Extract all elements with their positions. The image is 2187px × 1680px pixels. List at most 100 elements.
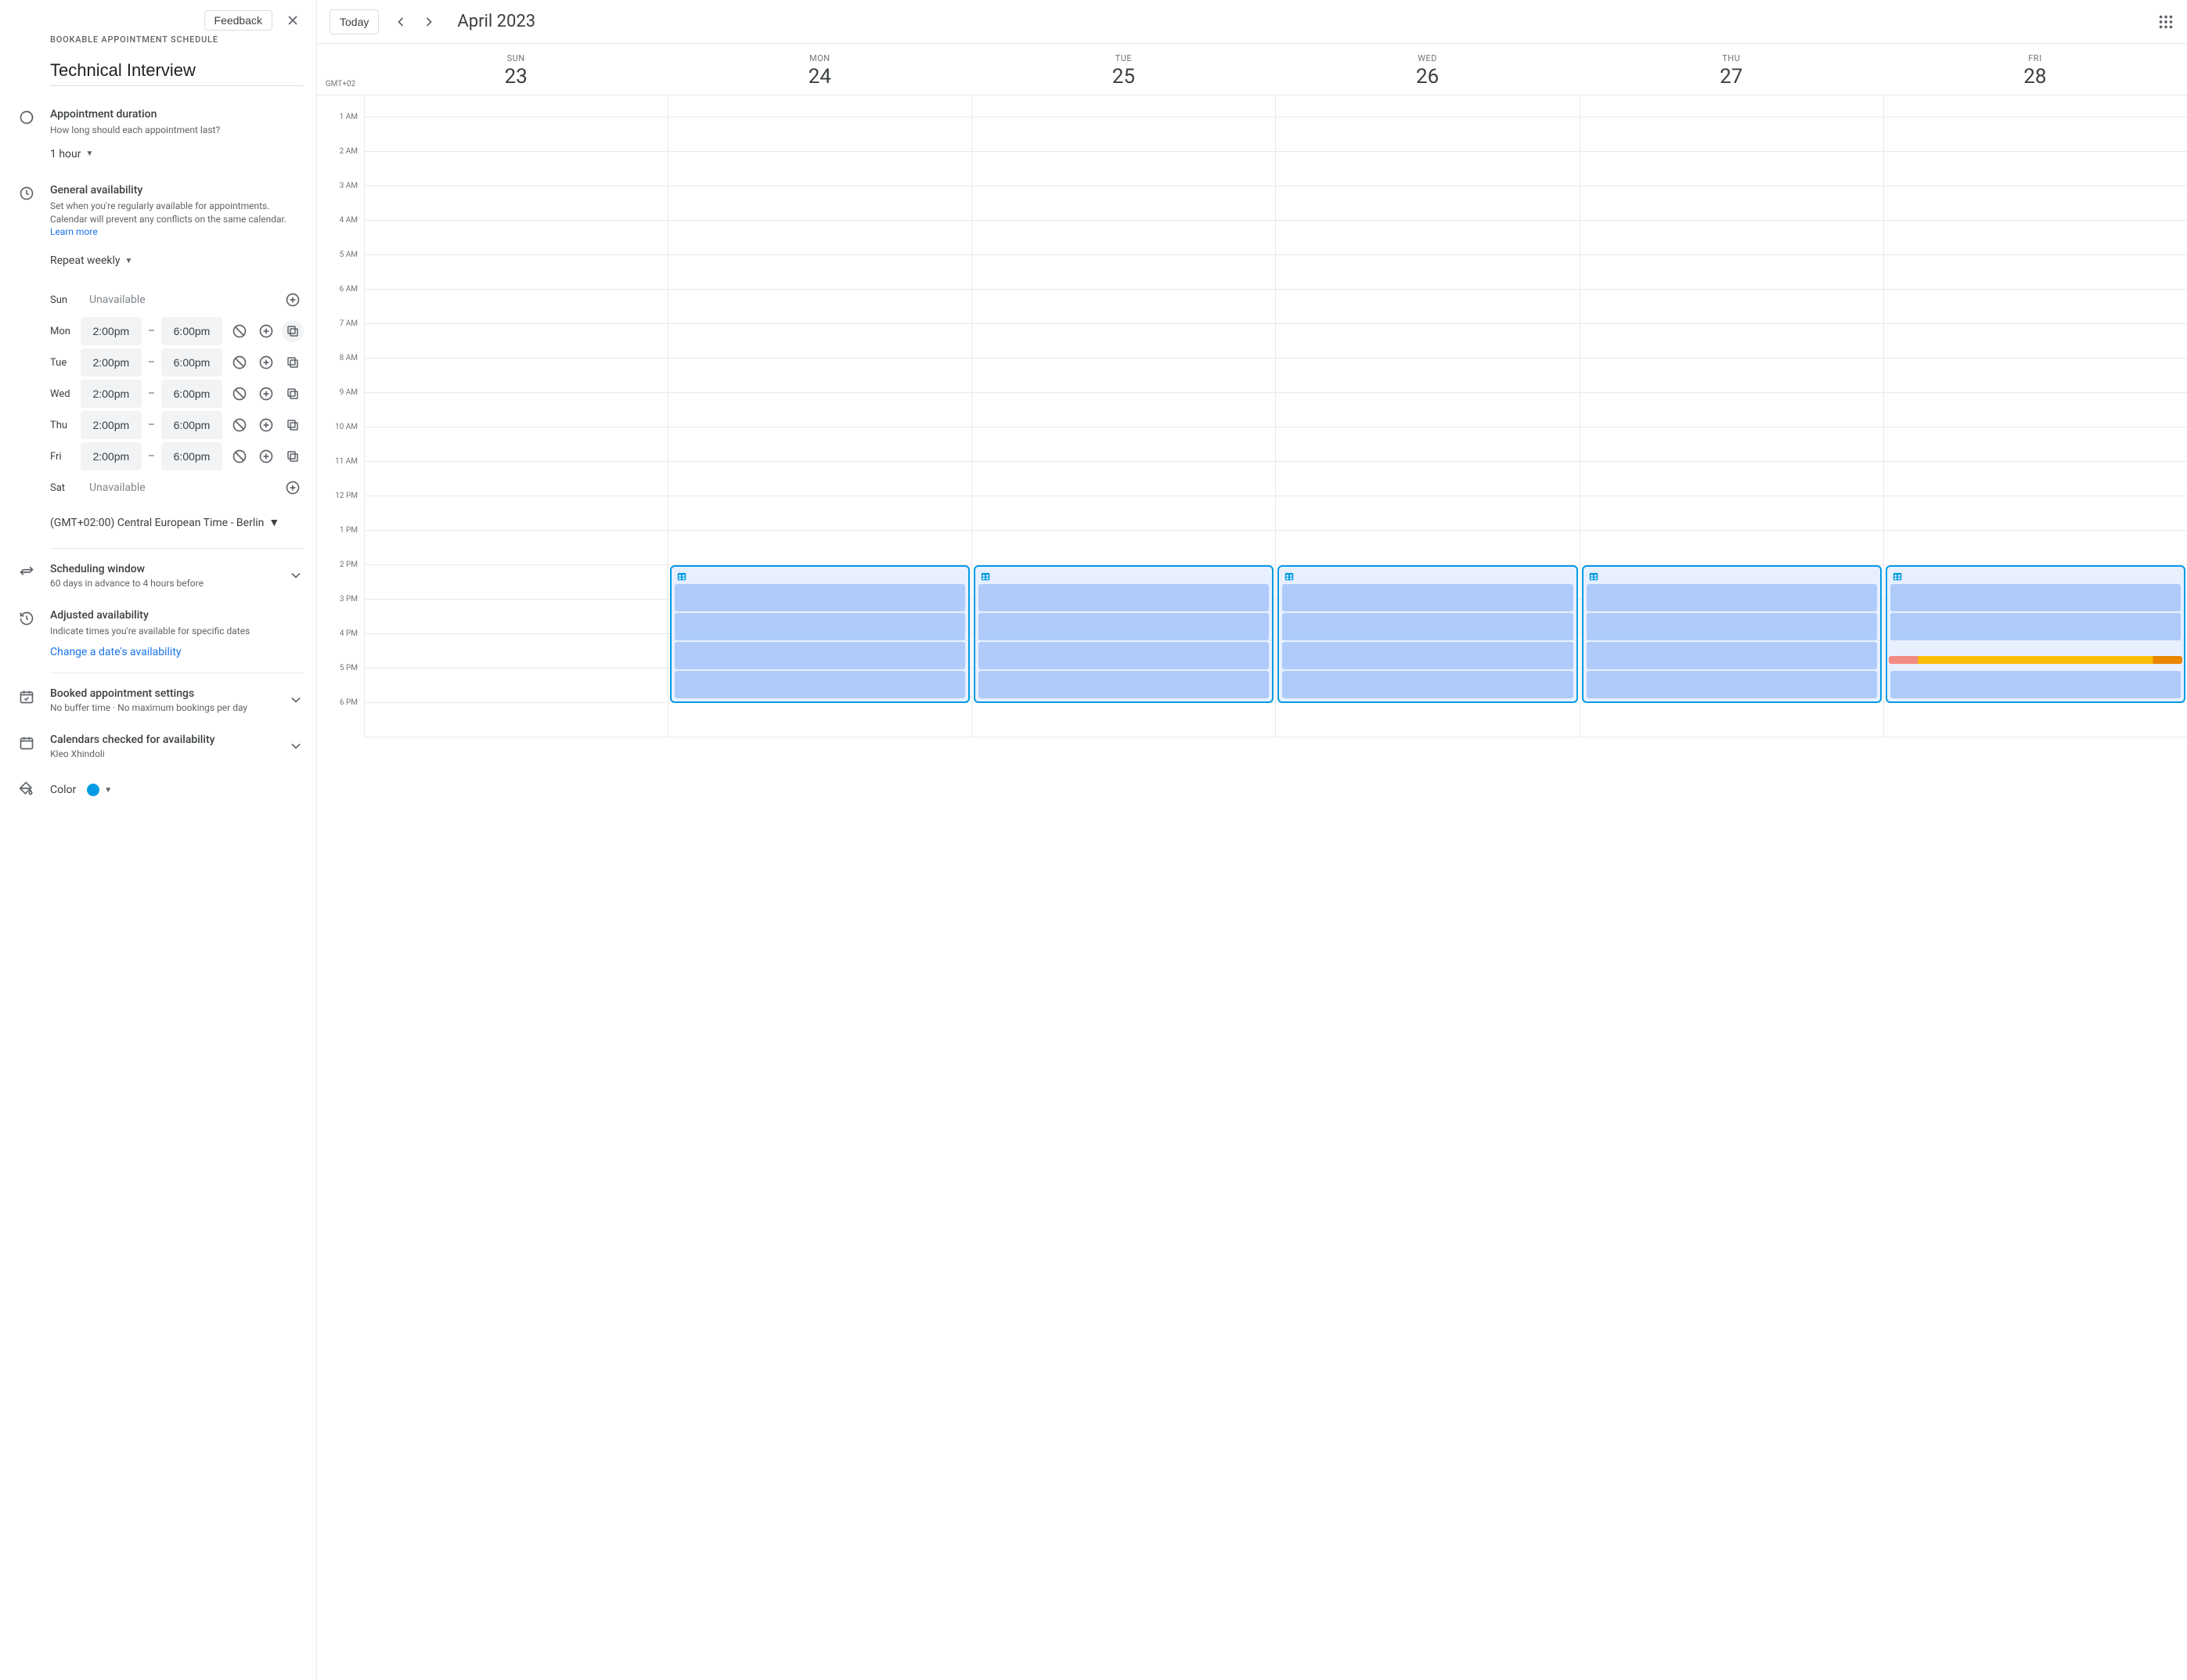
appointment-block[interactable] <box>974 565 1274 703</box>
hour-cell[interactable] <box>972 496 1275 531</box>
appointment-slot[interactable] <box>1587 613 1877 640</box>
hour-cell[interactable] <box>1580 531 1883 565</box>
hour-cell[interactable] <box>668 290 971 324</box>
hour-cell[interactable] <box>972 427 1275 462</box>
hour-cell[interactable] <box>365 290 668 324</box>
hour-cell[interactable] <box>365 186 668 221</box>
hour-cell[interactable] <box>1276 96 1579 117</box>
hour-cell[interactable] <box>1580 496 1883 531</box>
appointment-block[interactable] <box>1582 565 1882 703</box>
hour-cell[interactable] <box>1276 496 1579 531</box>
hour-cell[interactable] <box>1884 324 2187 359</box>
hour-cell[interactable] <box>972 186 1275 221</box>
remove-time-button[interactable] <box>229 320 250 342</box>
appointment-slot[interactable] <box>1587 584 1877 611</box>
start-time-input[interactable] <box>81 442 142 470</box>
today-button[interactable]: Today <box>330 9 379 34</box>
hour-cell[interactable] <box>365 324 668 359</box>
hour-cell[interactable] <box>1580 186 1883 221</box>
hour-cell[interactable] <box>1884 96 2187 117</box>
close-button[interactable] <box>279 6 307 34</box>
hour-cell[interactable] <box>1276 117 1579 152</box>
appointment-block[interactable] <box>1277 565 1577 703</box>
hour-cell[interactable] <box>365 634 668 669</box>
hour-cell[interactable] <box>365 117 668 152</box>
start-time-input[interactable] <box>81 380 142 408</box>
hour-cell[interactable] <box>668 496 971 531</box>
hour-cell[interactable] <box>1580 117 1883 152</box>
hour-cell[interactable] <box>1276 152 1579 186</box>
hour-cell[interactable] <box>1884 186 2187 221</box>
hour-cell[interactable] <box>1580 96 1883 117</box>
remove-time-button[interactable] <box>229 445 250 467</box>
remove-time-button[interactable] <box>229 383 250 405</box>
timezone-dropdown[interactable]: (GMT+02:00) Central European Time - Berl… <box>50 516 279 529</box>
hour-cell[interactable] <box>972 703 1275 737</box>
add-time-button[interactable] <box>255 352 277 373</box>
hour-cell[interactable] <box>972 393 1275 427</box>
appointment-slot[interactable] <box>978 584 1269 611</box>
appointment-slot[interactable] <box>1282 584 1573 611</box>
apps-button[interactable] <box>2157 13 2174 31</box>
hour-cell[interactable] <box>668 427 971 462</box>
hour-cell[interactable] <box>1580 427 1883 462</box>
appointment-slot[interactable] <box>978 613 1269 640</box>
appointment-slot[interactable] <box>1282 671 1573 698</box>
hour-cell[interactable] <box>365 669 668 703</box>
hour-cell[interactable] <box>668 255 971 290</box>
next-button[interactable] <box>416 9 441 34</box>
hour-cell[interactable] <box>1884 496 2187 531</box>
hour-cell[interactable] <box>668 117 971 152</box>
hour-cell[interactable] <box>365 221 668 255</box>
copy-time-button[interactable] <box>282 383 304 405</box>
end-time-input[interactable] <box>161 317 222 345</box>
day-column[interactable] <box>1275 96 1579 737</box>
appointment-slot[interactable] <box>1890 584 2181 611</box>
hour-cell[interactable] <box>972 290 1275 324</box>
hour-cell[interactable] <box>365 462 668 496</box>
hour-cell[interactable] <box>365 531 668 565</box>
hour-cell[interactable] <box>1276 290 1579 324</box>
hour-cell[interactable] <box>1884 393 2187 427</box>
hour-cell[interactable] <box>668 186 971 221</box>
change-date-link[interactable]: Change a date's availability <box>50 646 182 658</box>
hour-cell[interactable] <box>1884 290 2187 324</box>
hour-cell[interactable] <box>972 152 1275 186</box>
hour-cell[interactable] <box>1276 359 1579 393</box>
hour-cell[interactable] <box>1276 255 1579 290</box>
add-time-button[interactable] <box>255 445 277 467</box>
hour-cell[interactable] <box>972 531 1275 565</box>
hour-cell[interactable] <box>972 324 1275 359</box>
add-time-button[interactable] <box>282 289 304 311</box>
hour-cell[interactable] <box>1580 152 1883 186</box>
hour-cell[interactable] <box>1580 255 1883 290</box>
day-column[interactable] <box>668 96 971 737</box>
hour-cell[interactable] <box>1276 531 1579 565</box>
hour-cell[interactable] <box>668 152 971 186</box>
hour-cell[interactable] <box>1884 221 2187 255</box>
appointment-slot[interactable] <box>1282 613 1573 640</box>
appointment-slot[interactable] <box>978 671 1269 698</box>
hour-cell[interactable] <box>1580 462 1883 496</box>
hour-cell[interactable] <box>1884 427 2187 462</box>
hour-cell[interactable] <box>365 393 668 427</box>
hour-cell[interactable] <box>972 359 1275 393</box>
hour-cell[interactable] <box>365 600 668 634</box>
hour-cell[interactable] <box>1884 462 2187 496</box>
hour-cell[interactable] <box>1276 221 1579 255</box>
appointment-slot[interactable] <box>1587 671 1877 698</box>
appointment-slot[interactable] <box>1890 613 2181 640</box>
learn-more-link[interactable]: Learn more <box>50 226 98 237</box>
hour-cell[interactable] <box>1884 531 2187 565</box>
appointment-slot[interactable] <box>1890 671 2181 698</box>
duration-dropdown[interactable]: 1 hour ▼ <box>50 143 93 165</box>
appointment-block[interactable] <box>670 565 970 703</box>
hour-cell[interactable] <box>668 324 971 359</box>
hour-cell[interactable] <box>1276 324 1579 359</box>
booked-settings-section[interactable]: Booked appointment settings No buffer ti… <box>50 687 304 715</box>
add-time-button[interactable] <box>282 477 304 499</box>
hour-cell[interactable] <box>1276 186 1579 221</box>
hour-cell[interactable] <box>1580 359 1883 393</box>
hour-cell[interactable] <box>1884 255 2187 290</box>
appointment-slot[interactable] <box>675 671 965 698</box>
